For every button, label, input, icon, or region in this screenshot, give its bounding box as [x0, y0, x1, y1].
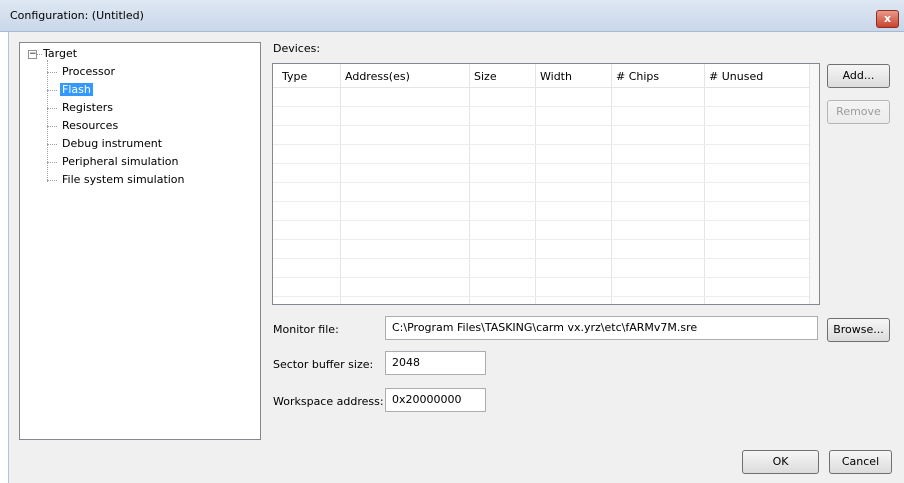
title-bar: Configuration: (Untitled) x	[0, 0, 904, 32]
tree-connector	[47, 72, 57, 73]
table-header: Type Address(es) Size Width # Chips # Un…	[273, 64, 819, 88]
tree-connector	[47, 126, 57, 127]
table-row	[273, 220, 809, 221]
monitor-file-label: Monitor file:	[273, 323, 339, 336]
column-header-type[interactable]: Type	[282, 70, 307, 83]
tree-connector	[47, 180, 57, 181]
table-row	[273, 125, 809, 126]
column-divider	[469, 64, 470, 304]
tree-connector	[47, 144, 57, 145]
cancel-button[interactable]: Cancel	[829, 450, 892, 474]
column-divider	[704, 64, 705, 304]
table-row	[273, 144, 809, 145]
tree-item-debug-instrument[interactable]: Debug instrument	[62, 137, 162, 150]
ok-button[interactable]: OK	[742, 450, 819, 474]
table-row	[273, 296, 809, 297]
column-header-addresses[interactable]: Address(es)	[345, 70, 410, 83]
table-row	[273, 239, 809, 240]
column-header-chips[interactable]: # Chips	[616, 70, 659, 83]
add-button[interactable]: Add...	[827, 64, 890, 88]
tree-item-flash[interactable]: Flash	[60, 83, 93, 96]
tree-connector	[37, 54, 42, 55]
sector-buffer-size-field[interactable]: 2048	[385, 351, 486, 375]
config-tree[interactable]: − Target Processor Flash Registers Resou…	[19, 42, 261, 440]
tree-item-resources[interactable]: Resources	[62, 119, 118, 132]
collapse-icon[interactable]: −	[28, 50, 37, 59]
tree-item-processor[interactable]: Processor	[62, 65, 115, 78]
window-title: Configuration: (Untitled)	[10, 9, 144, 22]
table-row	[273, 258, 809, 259]
column-header-size[interactable]: Size	[474, 70, 497, 83]
tree-connector	[47, 60, 48, 182]
remove-button[interactable]: Remove	[827, 100, 890, 124]
table-row	[273, 106, 809, 107]
tree-item-registers[interactable]: Registers	[62, 101, 113, 114]
tree-item-peripheral-simulation[interactable]: Peripheral simulation	[62, 155, 178, 168]
browse-button[interactable]: Browse...	[827, 318, 890, 342]
table-row	[273, 201, 809, 202]
column-divider	[611, 64, 612, 304]
tree-connector	[47, 108, 57, 109]
column-divider	[340, 64, 341, 304]
tree-connector	[47, 90, 57, 91]
tree-item-target[interactable]: Target	[43, 47, 77, 60]
devices-table[interactable]: Type Address(es) Size Width # Chips # Un…	[272, 63, 820, 305]
column-header-width[interactable]: Width	[540, 70, 572, 83]
sector-buffer-size-label: Sector buffer size:	[273, 358, 374, 371]
workspace-address-field[interactable]: 0x20000000	[385, 388, 486, 412]
tree-item-file-system-simulation[interactable]: File system simulation	[62, 173, 185, 186]
table-row	[273, 277, 809, 278]
workspace-address-label: Workspace address:	[273, 395, 384, 408]
table-row	[273, 182, 809, 183]
table-scrollbar[interactable]	[809, 64, 819, 304]
tree-connector	[47, 162, 57, 163]
table-row	[273, 163, 809, 164]
close-icon[interactable]: x	[876, 10, 899, 28]
column-header-unused[interactable]: # Unused	[709, 70, 763, 83]
devices-label: Devices:	[273, 42, 321, 55]
monitor-file-field[interactable]: C:\Program Files\TASKING\carm vx.yrz\etc…	[385, 316, 818, 340]
column-divider	[535, 64, 536, 304]
